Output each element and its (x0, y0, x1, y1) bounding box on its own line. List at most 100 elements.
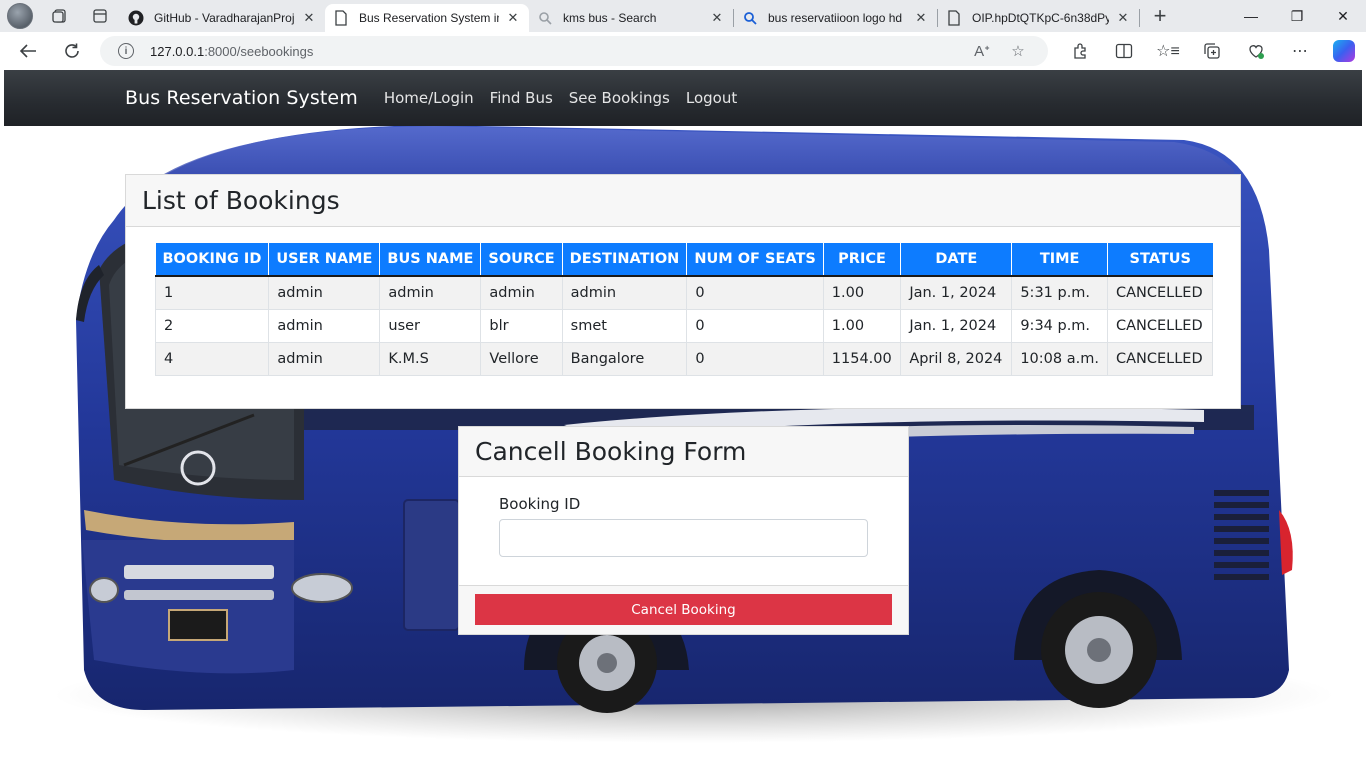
close-icon[interactable]: ✕ (913, 10, 929, 26)
column-header: DATE (900, 243, 1013, 277)
tab-kms-bus-search[interactable]: kms bus - Search ✕ (529, 4, 733, 32)
back-arrow-icon[interactable] (8, 32, 48, 70)
tab-logo-search[interactable]: bus reservatiioon logo hd ✕ (734, 4, 937, 32)
cell-destination: Bangalore (562, 342, 688, 376)
favorites-icon[interactable]: ☆≡ (1146, 32, 1190, 70)
bookings-title: List of Bookings (142, 186, 340, 215)
minimize-icon[interactable]: — (1228, 0, 1274, 32)
close-icon[interactable]: ✕ (709, 10, 725, 26)
cell-bus-name: admin (379, 276, 482, 310)
cell-num-seats: 0 (686, 276, 824, 310)
nav-see-bookings[interactable]: See Bookings (569, 89, 670, 107)
cell-booking-id: 4 (154, 342, 270, 376)
refresh-icon[interactable] (52, 32, 92, 70)
browser-essentials-icon[interactable] (1234, 32, 1278, 70)
workspaces-icon[interactable] (40, 0, 80, 32)
tab-title: bus reservatiioon logo hd (768, 11, 903, 25)
column-header: SOURCE (480, 243, 563, 277)
browser-tools: ☆≡ ⋯ (1058, 32, 1366, 70)
nav-find-bus[interactable]: Find Bus (490, 89, 553, 107)
close-window-icon[interactable]: ✕ (1320, 0, 1366, 32)
browser-tab-strip: GitHub - VaradharajanProj ✕ Bus Reservat… (0, 0, 1366, 32)
cancel-form-header: Cancell Booking Form (459, 427, 908, 477)
favorite-star-icon[interactable]: ☆ (1000, 42, 1036, 60)
cell-price: 1.00 (823, 309, 902, 343)
close-icon[interactable]: ✕ (505, 10, 521, 26)
table-row: 1 admin admin admin admin 0 1.00 Jan. 1,… (154, 276, 1214, 310)
cancel-form-body: Booking ID (499, 495, 868, 557)
booking-id-input[interactable] (499, 519, 868, 557)
column-header: DESTINATION (562, 243, 688, 277)
extensions-icon[interactable] (1058, 32, 1102, 70)
cell-status: CANCELLED (1107, 276, 1214, 310)
cancel-booking-button[interactable]: Cancel Booking (475, 594, 892, 625)
collections-icon[interactable] (1190, 32, 1234, 70)
nav-home-login[interactable]: Home/Login (384, 89, 474, 107)
address-bar[interactable]: i 127.0.0.1:8000/seebookings A͏ᐩ ☆ (100, 36, 1048, 66)
cell-date: Jan. 1, 2024 (900, 309, 1013, 343)
cell-user-name: admin (268, 309, 381, 343)
tab-title: Bus Reservation System in (359, 11, 499, 25)
column-header: STATUS (1107, 243, 1213, 277)
bookings-card-header: List of Bookings (126, 175, 1240, 227)
page-icon (333, 10, 349, 26)
github-icon (128, 10, 144, 26)
more-menu-icon[interactable]: ⋯ (1278, 32, 1322, 70)
search-icon (742, 10, 758, 26)
bookings-table: BOOKING ID USER NAME BUS NAME SOURCE DES… (154, 243, 1214, 376)
cell-date: April 8, 2024 (900, 342, 1013, 376)
cell-user-name: admin (268, 342, 381, 376)
cell-bus-name: K.M.S (379, 342, 482, 376)
split-screen-icon[interactable] (1102, 32, 1146, 70)
close-icon[interactable]: ✕ (1115, 10, 1131, 26)
top-navbar: Bus Reservation System Home/Login Find B… (4, 70, 1362, 126)
column-header: USER NAME (268, 243, 381, 277)
site-info-icon[interactable]: i (118, 43, 134, 59)
close-icon[interactable]: ✕ (301, 10, 317, 26)
window-controls: — ❐ ✕ (1228, 0, 1366, 32)
cancel-form-footer: Cancel Booking (459, 585, 908, 634)
address-toolbar: i 127.0.0.1:8000/seebookings A͏ᐩ ☆ ☆≡ ⋯ (0, 32, 1366, 70)
tab-title: GitHub - VaradharajanProj (154, 11, 295, 25)
cell-status: CANCELLED (1107, 309, 1214, 343)
copilot-icon[interactable] (1322, 32, 1366, 70)
profile-avatar[interactable] (0, 0, 40, 32)
tab-github[interactable]: GitHub - VaradharajanProj ✕ (120, 4, 325, 32)
tab-title: OIP.hpDtQTKpC-6n38dPy (972, 11, 1109, 25)
tab-oip-image[interactable]: OIP.hpDtQTKpC-6n38dPy ✕ (938, 4, 1139, 32)
tab-bus-reservation[interactable]: Bus Reservation System in ✕ (325, 4, 529, 32)
cell-time: 5:31 p.m. (1011, 276, 1108, 310)
url-text: 127.0.0.1:8000/seebookings (150, 44, 313, 59)
url-host: 127.0.0.1 (150, 43, 205, 59)
cell-source: blr (480, 309, 563, 343)
cell-booking-id: 1 (154, 276, 270, 310)
column-header: BUS NAME (379, 243, 482, 277)
cell-destination: smet (562, 309, 688, 343)
cell-source: admin (480, 276, 563, 310)
column-header: PRICE (823, 243, 902, 277)
tab-title: kms bus - Search (563, 11, 657, 25)
cell-booking-id: 2 (154, 309, 270, 343)
cell-price: 1154.00 (823, 342, 902, 376)
cell-status: CANCELLED (1107, 342, 1214, 376)
brand-title[interactable]: Bus Reservation System (125, 87, 358, 109)
cell-price: 1.00 (823, 276, 902, 310)
table-header-row: BOOKING ID USER NAME BUS NAME SOURCE DES… (155, 243, 1213, 277)
search-icon (537, 10, 553, 26)
read-aloud-icon[interactable]: A͏ᐩ (964, 42, 1000, 60)
column-header: NUM OF SEATS (686, 243, 824, 277)
table-row: 4 admin K.M.S Vellore Bangalore 0 1154.0… (154, 342, 1214, 376)
nav-links: Home/Login Find Bus See Bookings Logout (384, 89, 753, 107)
new-tab-button[interactable]: + (1140, 0, 1180, 32)
cell-user-name: admin (268, 276, 381, 310)
cell-num-seats: 0 (686, 342, 824, 376)
nav-logout[interactable]: Logout (686, 89, 737, 107)
booking-id-label: Booking ID (499, 495, 581, 513)
cell-num-seats: 0 (686, 309, 824, 343)
bookings-card: List of Bookings BOOKING ID USER NAME BU… (125, 174, 1241, 409)
table-row: 2 admin user blr smet 0 1.00 Jan. 1, 202… (154, 309, 1214, 343)
cell-source: Vellore (480, 342, 563, 376)
tab-actions-icon[interactable] (80, 0, 120, 32)
restore-icon[interactable]: ❐ (1274, 0, 1320, 32)
url-path: :8000/seebookings (204, 43, 314, 59)
